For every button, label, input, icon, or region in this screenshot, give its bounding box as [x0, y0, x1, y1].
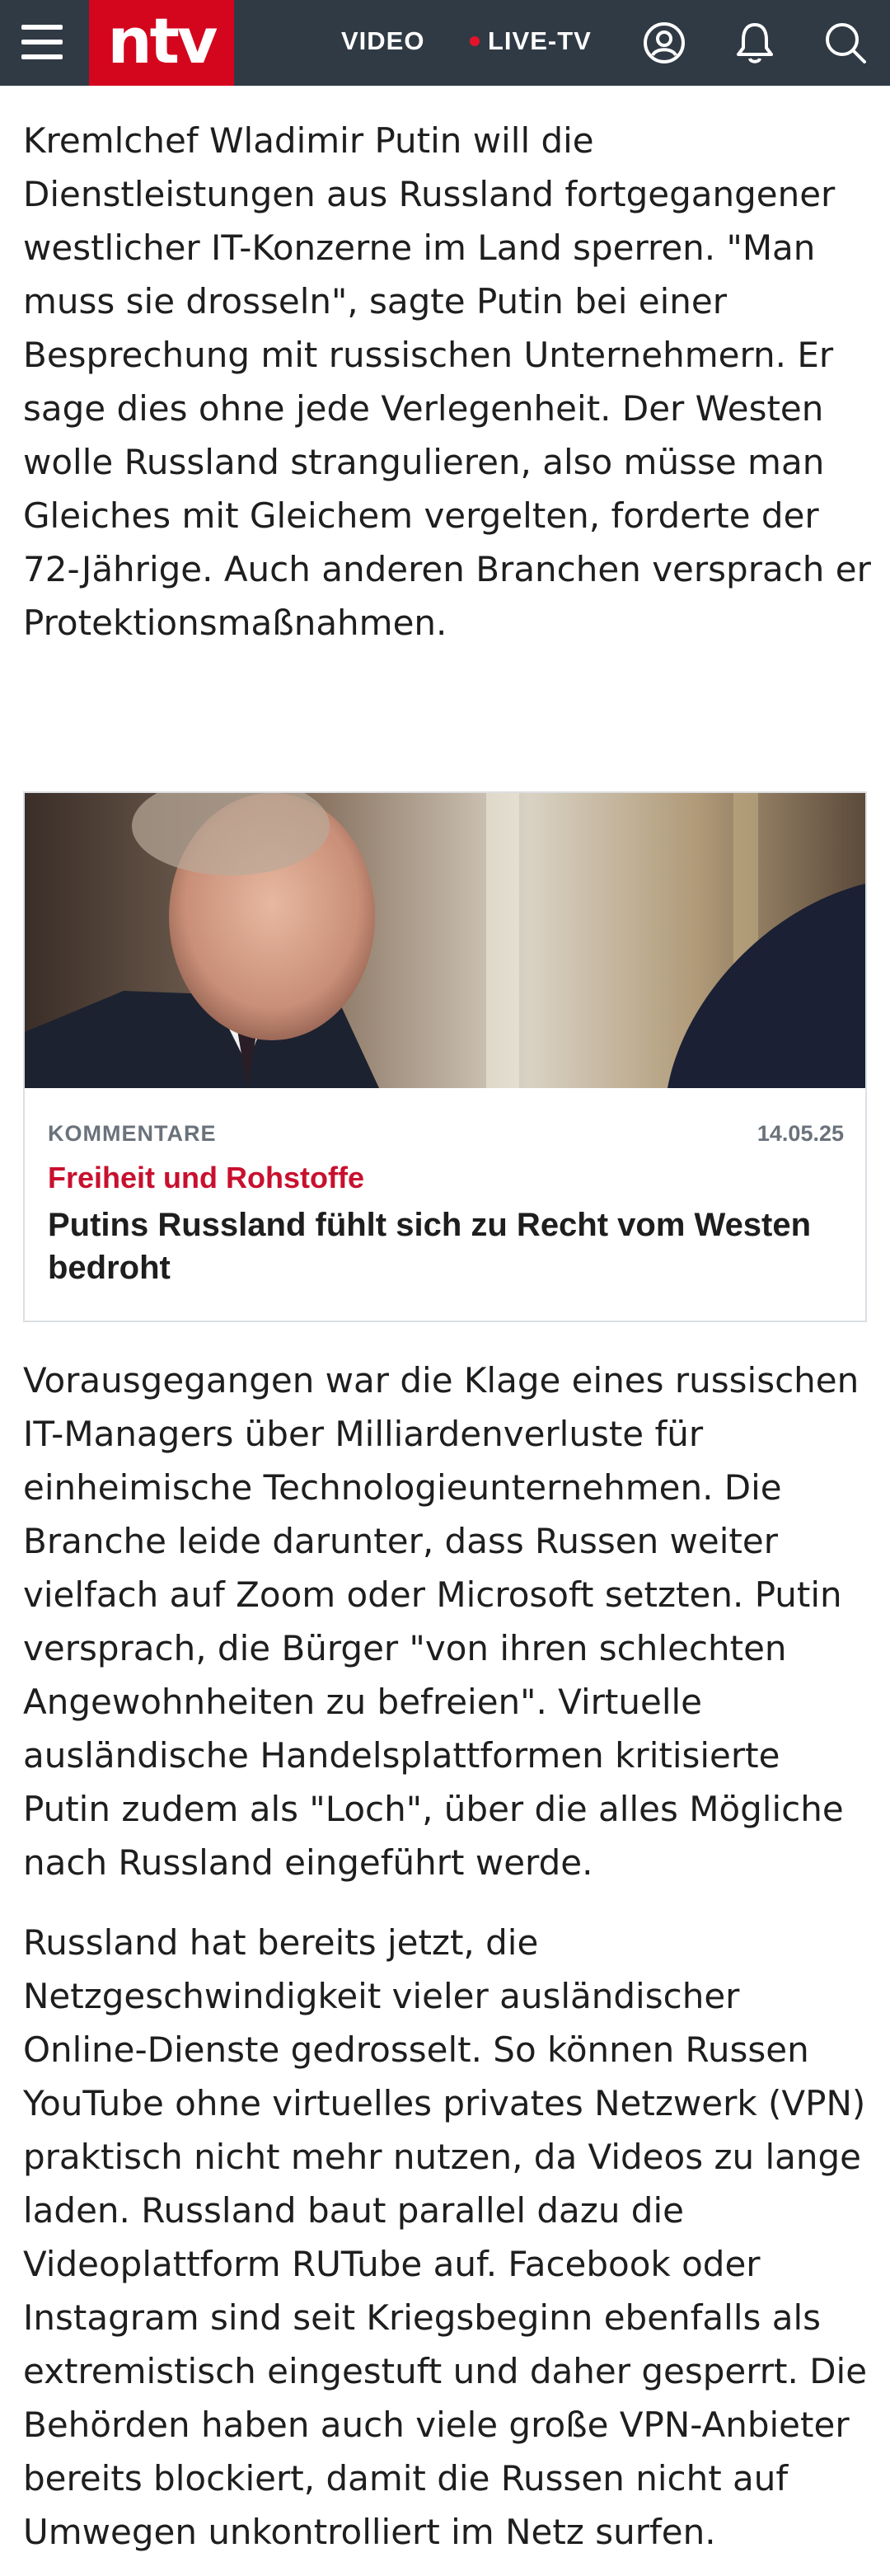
nav-live-tv-label: LIVE-TV — [488, 26, 592, 55]
logo-text: ntv — [107, 3, 218, 77]
bell-icon-graphic — [737, 23, 773, 63]
nav-video-link[interactable]: VIDEO — [341, 26, 424, 56]
search-icon[interactable] — [822, 20, 869, 66]
search-icon-graphic — [826, 23, 866, 63]
teaser-date: 14.05.25 — [756, 1121, 844, 1146]
menu-icon-line — [21, 54, 63, 59]
article-paragraph: Vorausgegangen war die Klage eines russi… — [23, 1360, 860, 1883]
top-navigation-bar: ntv VIDEO LIVE-TV — [0, 0, 890, 86]
nav-live-tv-link[interactable]: LIVE-TV — [470, 26, 592, 56]
user-icon-graphic — [644, 22, 685, 63]
live-dot-icon — [470, 36, 480, 46]
teaser-image — [25, 793, 865, 1088]
article-paragraph: Kremlchef Wladimir Putin will die Dienst… — [23, 120, 871, 643]
user-icon[interactable] — [641, 20, 687, 66]
related-article-teaser[interactable]: KOMMENTARE 14.05.25 Freiheit und Rohstof… — [23, 791, 867, 1322]
menu-icon-line — [21, 25, 63, 30]
menu-icon[interactable] — [18, 21, 68, 64]
teaser-kicker: Freiheit und Rohstoffe — [48, 1161, 364, 1194]
bell-icon[interactable] — [732, 20, 778, 66]
teaser-photo — [25, 793, 865, 1088]
ntv-logo[interactable]: ntv — [89, 0, 234, 86]
teaser-category: KOMMENTARE — [48, 1121, 217, 1146]
teaser-title[interactable]: Putins Russland fühlt sich zu Recht vom … — [48, 1204, 822, 1289]
article-paragraph: Russland hat bereits jetzt, die Netzgesc… — [23, 1922, 868, 2552]
menu-icon-line — [21, 40, 63, 45]
